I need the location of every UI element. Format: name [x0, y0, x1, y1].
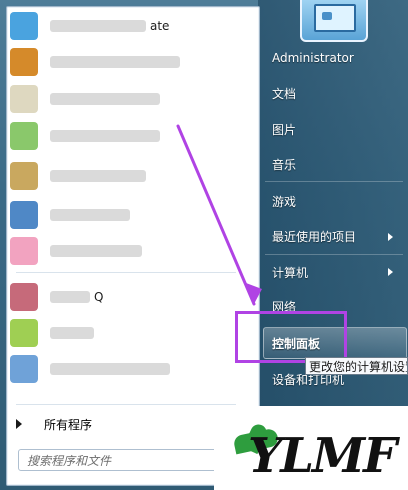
app-icon	[10, 201, 38, 229]
computer-icon	[314, 4, 356, 32]
menu-item-games[interactable]: 游戏	[272, 193, 296, 210]
blurred-label	[50, 20, 146, 32]
app-icon	[10, 237, 38, 265]
blurred-label	[50, 363, 170, 375]
menu-item-music[interactable]: 音乐	[272, 156, 296, 173]
blurred-label	[50, 245, 142, 257]
program-label: ate	[150, 19, 170, 33]
program-label: Q	[94, 290, 104, 304]
user-avatar[interactable]	[300, 0, 368, 42]
ylmf-logo: YLMF	[214, 406, 408, 490]
program-item[interactable]	[10, 236, 250, 266]
program-item[interactable]	[10, 121, 250, 151]
menu-item-computer[interactable]: 计算机	[272, 264, 308, 281]
search-placeholder: 搜索程序和文件	[27, 454, 112, 468]
program-item[interactable]	[10, 318, 250, 348]
menu-item-pictures[interactable]: 图片	[272, 121, 296, 138]
menu-item-recent[interactable]: 最近使用的项目	[272, 228, 356, 245]
menu-item-documents[interactable]: 文档	[272, 85, 296, 102]
menu-separator	[16, 272, 236, 273]
blurred-label	[50, 209, 130, 221]
menu-separator	[16, 404, 236, 405]
blurred-label	[50, 93, 160, 105]
program-item[interactable]	[10, 47, 250, 77]
triangle-right-icon	[16, 419, 22, 429]
app-icon	[10, 355, 38, 383]
program-item[interactable]	[10, 354, 250, 384]
search-input[interactable]: 搜索程序和文件	[18, 449, 240, 471]
app-icon	[10, 12, 38, 40]
start-menu: ate Q 所有程序 搜索程序和文件 Administrator 文档 图片 音…	[0, 0, 408, 490]
program-item[interactable]: Q	[10, 282, 250, 312]
blurred-label	[50, 56, 180, 68]
blurred-label	[50, 130, 160, 142]
app-icon	[10, 319, 38, 347]
all-programs-label: 所有程序	[44, 417, 93, 432]
chevron-right-icon	[388, 233, 393, 241]
folder-icon	[10, 48, 38, 76]
blurred-label	[50, 291, 90, 303]
program-item[interactable]	[10, 200, 250, 230]
blurred-label	[50, 327, 94, 339]
program-item[interactable]	[10, 161, 250, 191]
chevron-right-icon	[388, 268, 393, 276]
tooltip: 更改您的计算机设置	[305, 357, 408, 375]
all-programs-button[interactable]: 所有程序	[16, 413, 246, 435]
program-item[interactable]: ate	[10, 11, 250, 41]
logo-text: YLMF	[248, 428, 397, 484]
app-icon	[10, 85, 38, 113]
menu-separator	[265, 254, 403, 255]
user-name[interactable]: Administrator	[272, 51, 354, 65]
highlight-box	[235, 311, 347, 363]
menu-separator	[265, 181, 403, 182]
app-icon	[10, 283, 38, 311]
app-icon	[10, 122, 38, 150]
blurred-label	[50, 170, 146, 182]
app-icon	[10, 162, 38, 190]
program-item[interactable]	[10, 84, 250, 114]
